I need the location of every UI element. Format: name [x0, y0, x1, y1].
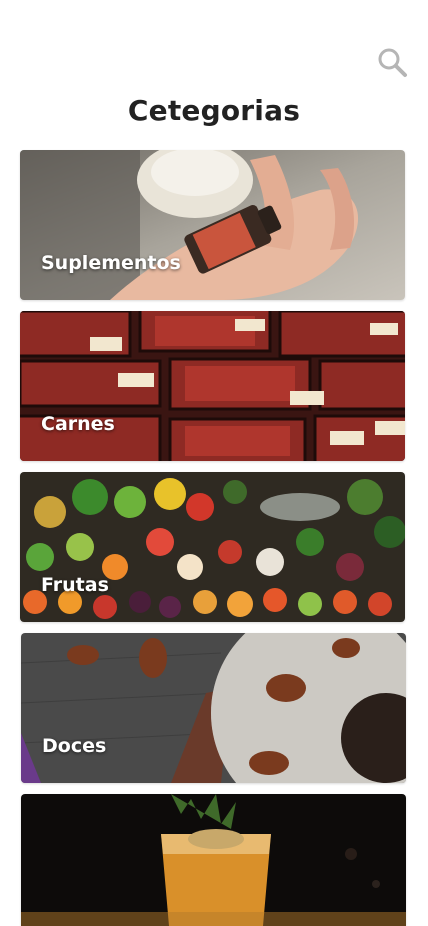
category-label: Suplementos — [41, 252, 181, 274]
category-card-suplementos[interactable]: Suplementos — [20, 150, 405, 300]
category-label: Doces — [42, 735, 107, 757]
drink-image — [21, 794, 406, 926]
category-card-carnes[interactable]: Carnes — [20, 311, 405, 461]
meat-image — [20, 311, 405, 461]
category-card-doces[interactable]: Doces — [21, 633, 406, 783]
search-button[interactable] — [376, 46, 410, 80]
category-label: Carnes — [41, 413, 115, 435]
search-icon — [378, 48, 407, 77]
fruits-image — [20, 472, 405, 622]
page-title: Cetegorias — [127, 94, 301, 127]
sweets-image — [21, 633, 406, 783]
category-card-frutas[interactable]: Frutas — [20, 472, 405, 622]
supplements-image — [20, 150, 405, 300]
category-card-drinks[interactable] — [21, 794, 406, 926]
category-label: Frutas — [41, 574, 109, 596]
